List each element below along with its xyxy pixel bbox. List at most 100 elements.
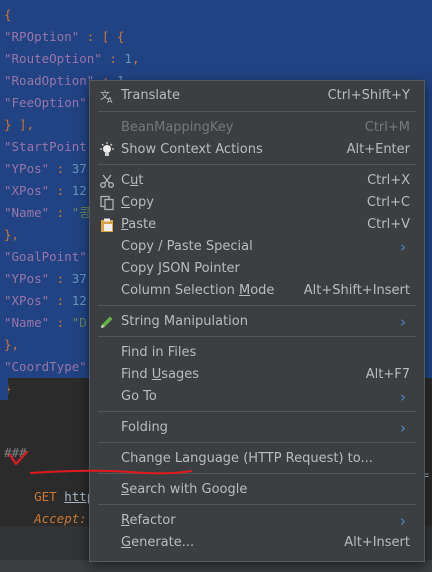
menu-item-shortcut: Ctrl+M [364, 120, 410, 135]
code-token: "GoalPoint" [4, 249, 87, 264]
menu-separator [98, 305, 416, 306]
code-line: } ], [4, 114, 34, 136]
menu-item-shortcut: Ctrl+C [366, 195, 410, 210]
code-line: "FeeOption" [4, 92, 87, 114]
scissors-icon [99, 173, 115, 189]
menu-item-shortcut: Alt+Enter [346, 142, 410, 157]
code-token: 12 [71, 183, 87, 198]
menu-item-copy-json-pointer[interactable]: Copy JSON Pointer [90, 258, 424, 280]
menu-item-label: Refactor [121, 513, 176, 528]
chevron-right-icon: › [400, 238, 406, 256]
code-token: "Name" [4, 205, 50, 220]
pencil-icon [99, 314, 115, 330]
code-token: "CoordType" [4, 359, 87, 374]
menu-separator [98, 336, 416, 337]
code-token: "RouteOption" [4, 51, 102, 66]
code-token: , [131, 51, 140, 66]
code-token: "RoadOption" [4, 73, 95, 88]
code-line: "Name" : "콩 [4, 202, 91, 224]
code-token: : [49, 161, 72, 176]
menu-item-folding[interactable]: Folding › [90, 417, 424, 439]
code-token: : [49, 315, 72, 330]
code-token: "FeeOption" [4, 95, 87, 110]
code-line: }, [4, 334, 19, 356]
menu-item-label: Copy JSON Pointer [121, 261, 240, 276]
svg-text:A: A [107, 96, 113, 104]
menu-item-label: Find Usages [121, 367, 200, 382]
copy-icon [99, 195, 115, 211]
code-token: : [101, 51, 125, 66]
code-line: "GoalPoint" [4, 246, 87, 268]
menu-item-go-to[interactable]: Go To › [90, 386, 424, 408]
menu-item-label: Change Language (HTTP Request) to... [121, 451, 373, 466]
menu-item-translate[interactable]: 文 A Translate Ctrl+Shift+Y [90, 85, 424, 107]
menu-item-column-selection-mode[interactable]: Column Selection Mode Alt+Shift+Insert [90, 280, 424, 302]
code-token: "StartPoint [4, 139, 87, 154]
menu-item-label: Paste [121, 217, 157, 232]
menu-item-shortcut: Alt+F7 [365, 367, 410, 382]
menu-item-label: Find in Files [121, 345, 197, 360]
code-token: : [49, 293, 72, 308]
code-token: "YPos" [4, 161, 50, 176]
code-line: "YPos" : 37 [4, 268, 87, 290]
menu-item-label: String Manipulation [121, 314, 248, 329]
menu-item-label: Show Context Actions [121, 142, 263, 157]
menu-item-label: Copy [121, 195, 154, 210]
menu-item-label: Column Selection Mode [121, 283, 275, 298]
code-token: 37 [71, 161, 87, 176]
menu-item-label: Copy / Paste Special [121, 239, 253, 254]
code-token: } ], [4, 117, 35, 132]
code-line: "StartPoint [4, 136, 87, 158]
code-line: "Name" : "D [4, 312, 87, 334]
caret-selection-end [0, 378, 8, 400]
code-token: "XPos" [4, 293, 50, 308]
code-line: { [4, 4, 12, 26]
menu-item-find-usages[interactable]: Find Usages Alt+F7 [90, 364, 424, 386]
menu-item-label: Folding [121, 420, 168, 435]
menu-item-label: Go To [121, 389, 157, 404]
code-line: }, [4, 224, 19, 246]
menu-item-string-manipulation[interactable]: String Manipulation › [90, 311, 424, 333]
menu-item-shortcut: Ctrl+Shift+Y [327, 88, 410, 103]
code-line: "XPos" : 12 [4, 180, 87, 202]
menu-item-generate[interactable]: Generate... Alt+Insert [90, 532, 424, 554]
clipboard-icon [99, 217, 115, 233]
code-token: 1 [124, 51, 132, 66]
menu-item-find-in-files[interactable]: Find in Files [90, 342, 424, 364]
translate-icon: 文A [99, 88, 115, 105]
code-token: "YPos" [4, 271, 50, 286]
menu-item-search-with-google[interactable]: Search with Google [90, 479, 424, 501]
menu-item-shortcut: Alt+Shift+Insert [303, 283, 410, 298]
code-token: 37 [71, 271, 87, 286]
red-underline-annotation [30, 469, 192, 475]
menu-item-label: Search with Google [121, 482, 248, 497]
menu-item-refactor[interactable]: Refactor › [90, 510, 424, 532]
code-token: "콩 [71, 205, 91, 220]
code-line: "YPos" : 37 [4, 158, 87, 180]
code-token: { [4, 7, 12, 22]
menu-item-change-language-http-request-to[interactable]: Change Language (HTTP Request) to... [90, 448, 424, 470]
code-token: "RPOption" [4, 29, 80, 44]
menu-item-copy[interactable]: Copy Ctrl+C [90, 192, 424, 214]
menu-separator [98, 442, 416, 443]
menu-item-label: BeanMappingKey [121, 120, 234, 135]
red-check-annotation [8, 451, 29, 466]
menu-item-shortcut: Alt+Insert [344, 535, 410, 550]
menu-item-copy-paste-special[interactable]: Copy / Paste Special › [90, 236, 424, 258]
code-token: : [49, 183, 72, 198]
menu-item-show-context-actions[interactable]: Show Context Actions Alt+Enter [90, 139, 424, 161]
menu-item-paste[interactable]: Paste Ctrl+V [90, 214, 424, 236]
code-token: : [49, 271, 72, 286]
lightbulb-icon [99, 142, 115, 158]
chevron-right-icon: › [400, 388, 406, 406]
code-token: }, [4, 227, 20, 242]
code-token: "Name" [4, 315, 50, 330]
menu-item-shortcut: Ctrl+V [367, 217, 410, 232]
menu-item-beanmappingkey: BeanMappingKey Ctrl+M [90, 117, 424, 139]
code-line: "XPos" : 12 [4, 290, 87, 312]
code-token: "XPos" [4, 183, 50, 198]
menu-item-label: Translate [121, 88, 181, 103]
menu-item-cut[interactable]: Cut Ctrl+X [90, 170, 424, 192]
menu-item-label: Generate... [121, 535, 195, 550]
menu-separator [98, 504, 416, 505]
